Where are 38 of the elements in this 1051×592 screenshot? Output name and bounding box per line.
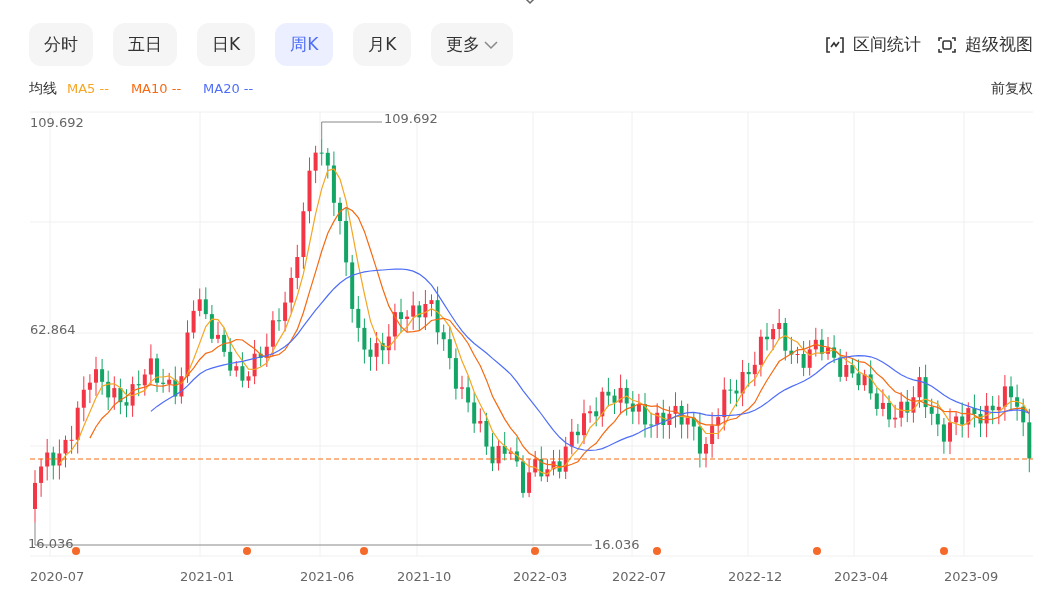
period-tab[interactable]: 日K: [197, 23, 256, 66]
low-price-label: 16.036: [594, 536, 640, 554]
axis-label: 16.036: [28, 535, 74, 553]
axis-label: 2021-06: [300, 568, 355, 586]
leader-line: [321, 121, 383, 140]
event-marker-dot[interactable]: [531, 547, 539, 555]
axis-label: 2021-01: [180, 568, 235, 586]
period-tab[interactable]: 分时: [29, 23, 93, 66]
period-tab[interactable]: 五日: [113, 23, 177, 66]
period-tab[interactable]: 月K: [353, 23, 412, 66]
ma-legend-item: MA5 --: [67, 79, 109, 98]
axis-label: 2021-10: [397, 568, 452, 586]
axis-label: 2022-07: [612, 568, 667, 586]
axis-label: 2020-07: [30, 568, 85, 586]
event-marker-dot[interactable]: [653, 547, 661, 555]
event-marker-dot[interactable]: [360, 547, 368, 555]
ma-legend-item: MA20 --: [203, 79, 254, 98]
ma-legend-item: MA10 --: [130, 79, 182, 98]
fullscreen-icon: [937, 35, 957, 54]
event-marker-dot[interactable]: [813, 547, 821, 555]
event-marker-dot[interactable]: [940, 547, 948, 555]
axis-label: 2023-04: [834, 568, 889, 586]
super-view-button[interactable]: 超级视图: [937, 31, 1033, 58]
period-tab[interactable]: 更多: [431, 23, 514, 66]
axis-label: 2022-12: [728, 568, 783, 586]
event-marker-dot[interactable]: [243, 547, 251, 555]
price-adjust-label[interactable]: 前复权: [991, 78, 1033, 99]
line-chart-bracket-icon: [825, 35, 845, 54]
axis-label: 109.692: [30, 114, 84, 132]
chevron-down-icon: [484, 39, 499, 50]
ma-legend-title: 均线: [29, 79, 57, 98]
period-tab[interactable]: 周K: [275, 23, 334, 66]
axis-label: 2022-03: [513, 568, 568, 586]
axis-label: 2023-09: [944, 568, 999, 586]
high-price-label: 109.692: [384, 110, 438, 128]
event-marker-dot[interactable]: [72, 547, 80, 555]
range-stats-button[interactable]: 区间统计: [825, 31, 921, 58]
axis-label: 62.864: [30, 321, 76, 339]
